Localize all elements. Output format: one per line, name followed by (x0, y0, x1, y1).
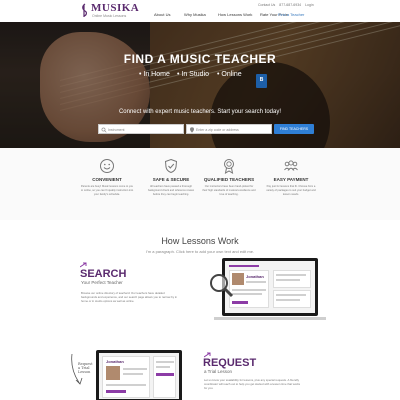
screen-header-bar (229, 265, 259, 267)
screen-profile-card: Jonathan (102, 356, 150, 398)
feature-title: SAFE & SECURE (152, 177, 190, 182)
feature-title: QUALIFIED TEACHERS (203, 177, 255, 182)
feature-title: CONVENIENT (92, 177, 122, 182)
screen-text-line (123, 373, 143, 375)
smiley-icon (100, 159, 114, 173)
screen-button (156, 373, 174, 376)
feature-text: All teachers have passed a thorough back… (148, 185, 194, 196)
search-monitor-image: Jonathan (222, 258, 318, 316)
laptop-base (214, 317, 326, 320)
feature-convenient: CONVENIENT Parents are busy! Music lesso… (78, 158, 136, 216)
hero-subtitle: Connect with expert music teachers. Star… (118, 109, 282, 115)
option-online: • Online (217, 71, 242, 78)
musika-logo[interactable]: MUSIKA Online Music Lessons (80, 2, 150, 20)
feature-safe-secure: SAFE & SECURE All teachers have passed a… (142, 158, 200, 216)
screen-name-label: Jonathan (246, 274, 264, 279)
section-title: How Lessons Work (161, 236, 239, 246)
nav-why-musika[interactable]: Why Musika (184, 11, 206, 19)
group-icon (284, 160, 298, 171)
how-lessons-work-section: How Lessons Work I'm a paragraph. Click … (0, 220, 400, 400)
screen-text-line (106, 384, 146, 386)
screen-text-line (232, 293, 262, 295)
screen-profile-card: Jonathan (229, 270, 269, 308)
screen-text-line (246, 281, 266, 283)
logo-tagline: Online Music Lessons (92, 14, 127, 18)
screen-text-line (156, 361, 174, 363)
screen-result-card (273, 270, 311, 288)
contact-bar: Contact Us 877-687-6934 Login (258, 3, 317, 8)
nav-how-lessons-work[interactable]: How Lessons Work (218, 11, 252, 19)
screen-text-line (276, 294, 306, 296)
nav-about-us[interactable]: About Us (154, 11, 170, 19)
feature-qualified-teachers: QUALIFIED TEACHERS Our instructors have … (200, 158, 258, 216)
feature-text: Parents are busy! Music lessons come to … (80, 185, 134, 196)
feature-easy-payment: EASY PAYMENT Pay just for lessons that f… (262, 158, 320, 216)
feature-text: Pay just for lessons that fit. Choose fr… (266, 185, 316, 196)
magnifier-icon (210, 274, 234, 298)
find-a-teacher-link[interactable]: Find a Teacher (278, 11, 304, 19)
hero-banner: FIND A MUSIC TEACHER • In Home • In Stud… (0, 22, 400, 148)
screen-name-label: Jonathan (106, 359, 124, 364)
features-section: CONVENIENT Parents are busy! Music lesso… (0, 148, 400, 220)
screen-text-line (276, 274, 306, 276)
bbb-badge-label: B (259, 77, 264, 83)
feature-title: EASY PAYMENT (273, 177, 309, 182)
request-step-text: Let us know your availability for lesson… (204, 378, 301, 390)
screen-text-line (123, 368, 147, 370)
award-ribbon-icon (224, 159, 234, 174)
find-teachers-button[interactable]: FIND TEACHERS (274, 124, 314, 134)
screen-button (232, 301, 248, 304)
request-step-title: REQUEST (203, 357, 257, 369)
login-link[interactable]: Login (305, 3, 314, 7)
feature-text: Our instructors have been hand-picked fo… (202, 185, 256, 196)
screen-result-card (273, 290, 311, 308)
screen-photo (106, 366, 120, 380)
zip-placeholder: Enter a zip code or address (196, 128, 239, 132)
sketch-caption: Request a Trial Lesson (78, 362, 92, 374)
section-subtitle: I'm a paragraph. Click here to add your … (145, 249, 255, 254)
contact-us-link[interactable]: Contact Us (258, 3, 275, 7)
sketch-line: Lesson (78, 370, 91, 374)
request-step-subtitle: a Trial Lesson (204, 369, 233, 374)
hero-title: FIND A MUSIC TEACHER (123, 52, 277, 66)
logo-wordmark: MUSIKA (91, 2, 140, 14)
lesson-options: • In Home • In Studio • Online (139, 70, 269, 80)
option-in-studio: • In Studio (177, 71, 210, 78)
site-header: MUSIKA Online Music Lessons Contact Us 8… (0, 0, 400, 22)
teacher-search-form: Instrument Enter a zip code or address F… (98, 124, 314, 134)
search-icon (101, 127, 107, 133)
screen-text-line (232, 289, 266, 291)
option-in-home: • In Home (139, 71, 170, 78)
monitor-screen: Jonathan (225, 261, 315, 313)
clef-icon (82, 3, 87, 17)
instrument-input[interactable]: Instrument (98, 124, 184, 134)
search-step-title: SEARCH (80, 268, 127, 280)
screen-text-line (156, 366, 170, 368)
screen-text-line (276, 299, 300, 301)
search-step-text: Browse our online directory of teachers!… (81, 291, 178, 303)
phone-number[interactable]: 877-687-6934 (279, 3, 301, 7)
shield-check-icon (164, 158, 178, 174)
screen-side-card (153, 356, 176, 398)
instrument-placeholder: Instrument (108, 128, 125, 132)
location-pin-icon (190, 127, 194, 133)
screen-button (106, 390, 126, 393)
request-monitor-image: Jonathan (96, 350, 182, 400)
monitor-screen: Jonathan (99, 353, 179, 399)
zip-input[interactable]: Enter a zip code or address (186, 124, 272, 134)
screen-text-line (276, 279, 300, 281)
search-step-subtitle: Your Perfect Teacher (81, 280, 123, 285)
